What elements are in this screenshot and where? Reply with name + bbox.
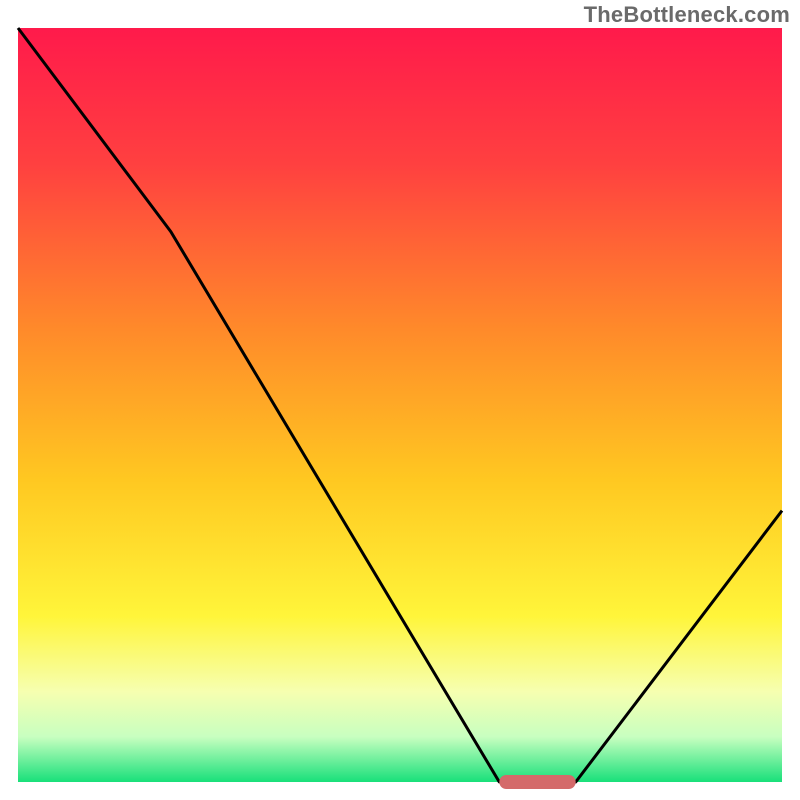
chart-stage: TheBottleneck.com (0, 0, 800, 800)
optimal-range-marker (499, 775, 575, 789)
gradient-background (18, 28, 782, 782)
bottleneck-chart (0, 0, 800, 800)
